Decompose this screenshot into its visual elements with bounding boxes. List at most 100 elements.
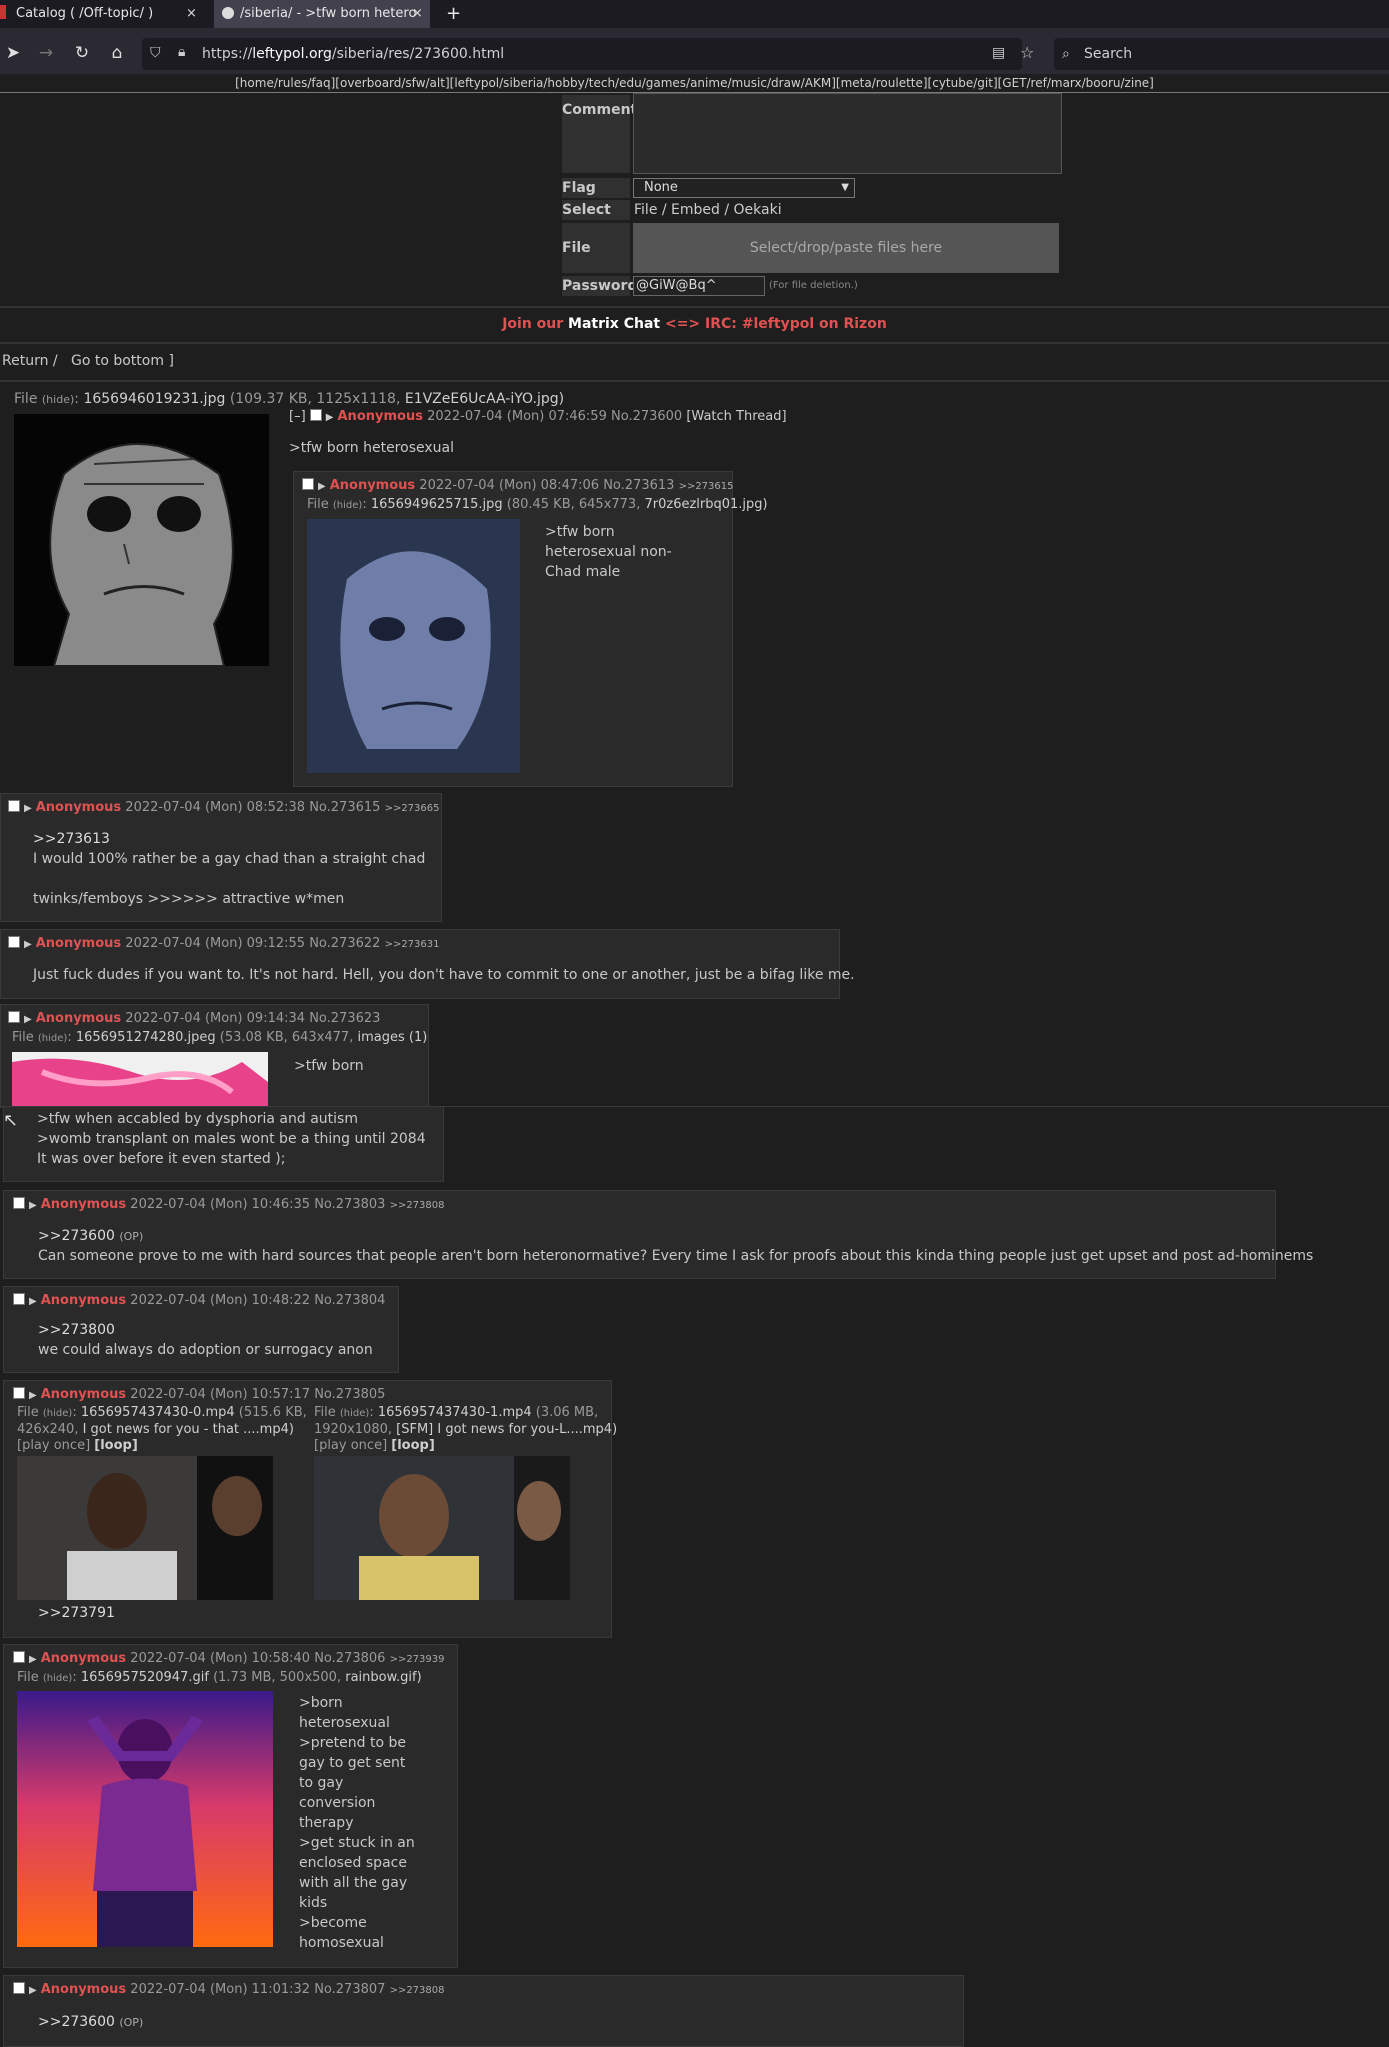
post-select-checkbox[interactable] xyxy=(13,1387,25,1399)
home-icon[interactable]: ⌂ xyxy=(105,41,129,65)
backlink[interactable]: >>273631 xyxy=(385,939,440,950)
backlink[interactable]: >>273808 xyxy=(390,1985,445,1996)
op-filename[interactable]: 1656946019231.jpg xyxy=(83,391,225,407)
irc-link[interactable]: <=> IRC: #leftypol on Rizon xyxy=(665,316,887,332)
lock-icon: 🔒︎ xyxy=(178,44,186,60)
post-line: >get stuck in an xyxy=(299,1835,415,1851)
hide-file-link[interactable]: (hide) xyxy=(42,393,74,406)
board-list[interactable]: [home/rules/faq][overboard/sfw/alt][left… xyxy=(0,74,1389,93)
hide-file-link[interactable]: (hide) xyxy=(333,500,362,511)
post-line: I would 100% rather be a gay chad than a… xyxy=(33,851,426,867)
reader-view-icon[interactable]: ▤ xyxy=(992,45,1005,61)
op-thumbnail[interactable] xyxy=(14,414,269,666)
post-menu-icon[interactable]: ▶ xyxy=(29,1985,37,1996)
loop-link[interactable]: [loop] xyxy=(94,1438,138,1453)
backlink[interactable]: >>273939 xyxy=(390,1654,445,1665)
quote-link[interactable]: >>273800 xyxy=(38,1320,115,1340)
hide-file-link[interactable]: (hide) xyxy=(38,1033,67,1044)
post-menu-icon[interactable]: ▶ xyxy=(29,1296,37,1307)
forward-icon[interactable]: → xyxy=(34,41,58,65)
post-select-checkbox[interactable] xyxy=(8,800,20,812)
quote-link[interactable]: >>273600 (OP) xyxy=(38,2012,143,2033)
post-menu-icon[interactable]: ▶ xyxy=(326,412,334,423)
backlink[interactable]: >>273615 xyxy=(679,481,734,492)
post-number[interactable]: No.273807 xyxy=(314,1982,385,1997)
post-number[interactable]: No.273623 xyxy=(309,1011,380,1026)
tab-siberia-thread[interactable]: /siberia/ - >tfw born hetero × xyxy=(214,0,430,28)
watch-thread-button[interactable]: [Watch Thread] xyxy=(686,409,786,424)
op-select-checkbox[interactable] xyxy=(309,409,322,421)
backlink[interactable]: >>273665 xyxy=(385,803,440,814)
url-bar[interactable]: ⛉ 🔒︎ https://leftypol.org/siberia/res/27… xyxy=(142,38,1034,70)
hide-file-link[interactable]: (hide) xyxy=(43,1673,72,1684)
return-link[interactable]: Return / xyxy=(2,353,58,369)
bookmark-star-icon[interactable]: ☆ xyxy=(1020,43,1034,62)
reload-icon[interactable]: ↻ xyxy=(70,41,94,65)
wojak-image xyxy=(14,414,269,666)
post-line: therapy xyxy=(299,1815,354,1831)
new-tab-button[interactable]: + xyxy=(446,0,466,28)
filename-link[interactable]: 1656957437430-1.mp4 xyxy=(378,1405,532,1420)
close-tab-icon[interactable]: × xyxy=(412,0,423,28)
go-to-bottom-link[interactable]: Go to bottom ] xyxy=(71,353,174,369)
video-thumbnail[interactable] xyxy=(17,1456,273,1600)
search-input[interactable]: ⌕ Search xyxy=(1054,38,1389,70)
post-number[interactable]: No.273804 xyxy=(314,1293,385,1308)
post-select-checkbox[interactable] xyxy=(13,1651,25,1663)
close-tab-icon[interactable]: × xyxy=(186,0,197,28)
post-menu-icon[interactable]: ▶ xyxy=(29,1390,37,1401)
loop-link[interactable]: [loop] xyxy=(391,1438,435,1453)
filename-link[interactable]: 1656957437430-0.mp4 xyxy=(81,1405,235,1420)
post-menu-icon[interactable]: ▶ xyxy=(24,939,32,950)
post-number[interactable]: No.273600 xyxy=(611,409,682,424)
post-select-checkbox[interactable] xyxy=(13,1197,25,1209)
post-line: >tfw born xyxy=(545,524,615,540)
post-select-checkbox[interactable] xyxy=(8,1011,20,1023)
backlink[interactable]: >>273808 xyxy=(390,1200,445,1211)
file-info: File (hide): 1656949625715.jpg (80.45 KB… xyxy=(307,497,768,512)
post-select-checkbox[interactable] xyxy=(13,1293,25,1305)
gif-thumbnail[interactable] xyxy=(17,1691,273,1947)
post-select-checkbox[interactable] xyxy=(13,1982,25,1994)
hide-file-link[interactable]: (hide) xyxy=(340,1408,369,1419)
flag-label: Flag xyxy=(562,178,630,198)
post-number[interactable]: No.273806 xyxy=(314,1651,385,1666)
post-number[interactable]: No.273613 xyxy=(603,478,674,493)
collapse-thread-button[interactable]: [–] xyxy=(289,409,306,424)
hide-file-link[interactable]: (hide) xyxy=(43,1408,72,1419)
post-line: conversion xyxy=(299,1795,376,1811)
post-menu-icon[interactable]: ▶ xyxy=(24,1014,32,1025)
post-select-checkbox[interactable] xyxy=(302,478,314,490)
post-select-checkbox[interactable] xyxy=(8,936,20,948)
post-line: twinks/femboys >>>>>> attractive w*men xyxy=(33,891,345,907)
post-header: ▶ Anonymous 2022-07-04 (Mon) 10:57:17 No.… xyxy=(13,1387,385,1402)
file-dropzone[interactable]: Select/drop/paste files here xyxy=(633,223,1059,273)
post-number[interactable]: No.273615 xyxy=(309,800,380,815)
post-menu-icon[interactable]: ▶ xyxy=(29,1654,37,1665)
filename-link[interactable]: 1656951274280.jpeg xyxy=(76,1030,216,1045)
attachment-type-select[interactable]: File / Embed / Oekaki xyxy=(634,200,782,220)
flag-select[interactable]: None ▼ xyxy=(633,178,855,198)
filename-link[interactable]: 1656957520947.gif xyxy=(81,1670,209,1685)
post-thumbnail[interactable] xyxy=(12,1052,268,1107)
matrix-chat-link[interactable]: Matrix Chat xyxy=(568,316,660,332)
post-number[interactable]: No.273622 xyxy=(309,936,380,951)
filename-link[interactable]: 1656949625715.jpg xyxy=(371,497,503,512)
post-thumbnail[interactable] xyxy=(307,519,520,773)
tab-catalog[interactable]: Catalog ( /Off-topic/ ) × xyxy=(0,0,212,28)
post-number[interactable]: No.273803 xyxy=(314,1197,385,1212)
quote-link[interactable]: >>273791 xyxy=(38,1603,115,1623)
post-menu-icon[interactable]: ▶ xyxy=(29,1200,37,1211)
reply-post: ▶ Anonymous 2022-07-04 (Mon) 10:48:22 No.… xyxy=(3,1286,399,1373)
play-once-link[interactable]: [play once] xyxy=(314,1438,387,1453)
post-menu-icon[interactable]: ▶ xyxy=(318,481,326,492)
quote-link[interactable]: >>273600 (OP) xyxy=(38,1226,143,1247)
comment-textarea[interactable] xyxy=(633,93,1062,174)
play-once-link[interactable]: [play once] xyxy=(17,1438,90,1453)
password-field[interactable]: @GiW@Bq^ xyxy=(633,276,765,296)
video-thumbnail[interactable] xyxy=(314,1456,570,1600)
reply-post: ▶ Anonymous 2022-07-04 (Mon) 08:47:06 No.… xyxy=(293,471,768,787)
post-menu-icon[interactable]: ▶ xyxy=(24,803,32,814)
post-number[interactable]: No.273805 xyxy=(314,1387,385,1402)
quote-link[interactable]: >>273613 xyxy=(33,829,110,849)
